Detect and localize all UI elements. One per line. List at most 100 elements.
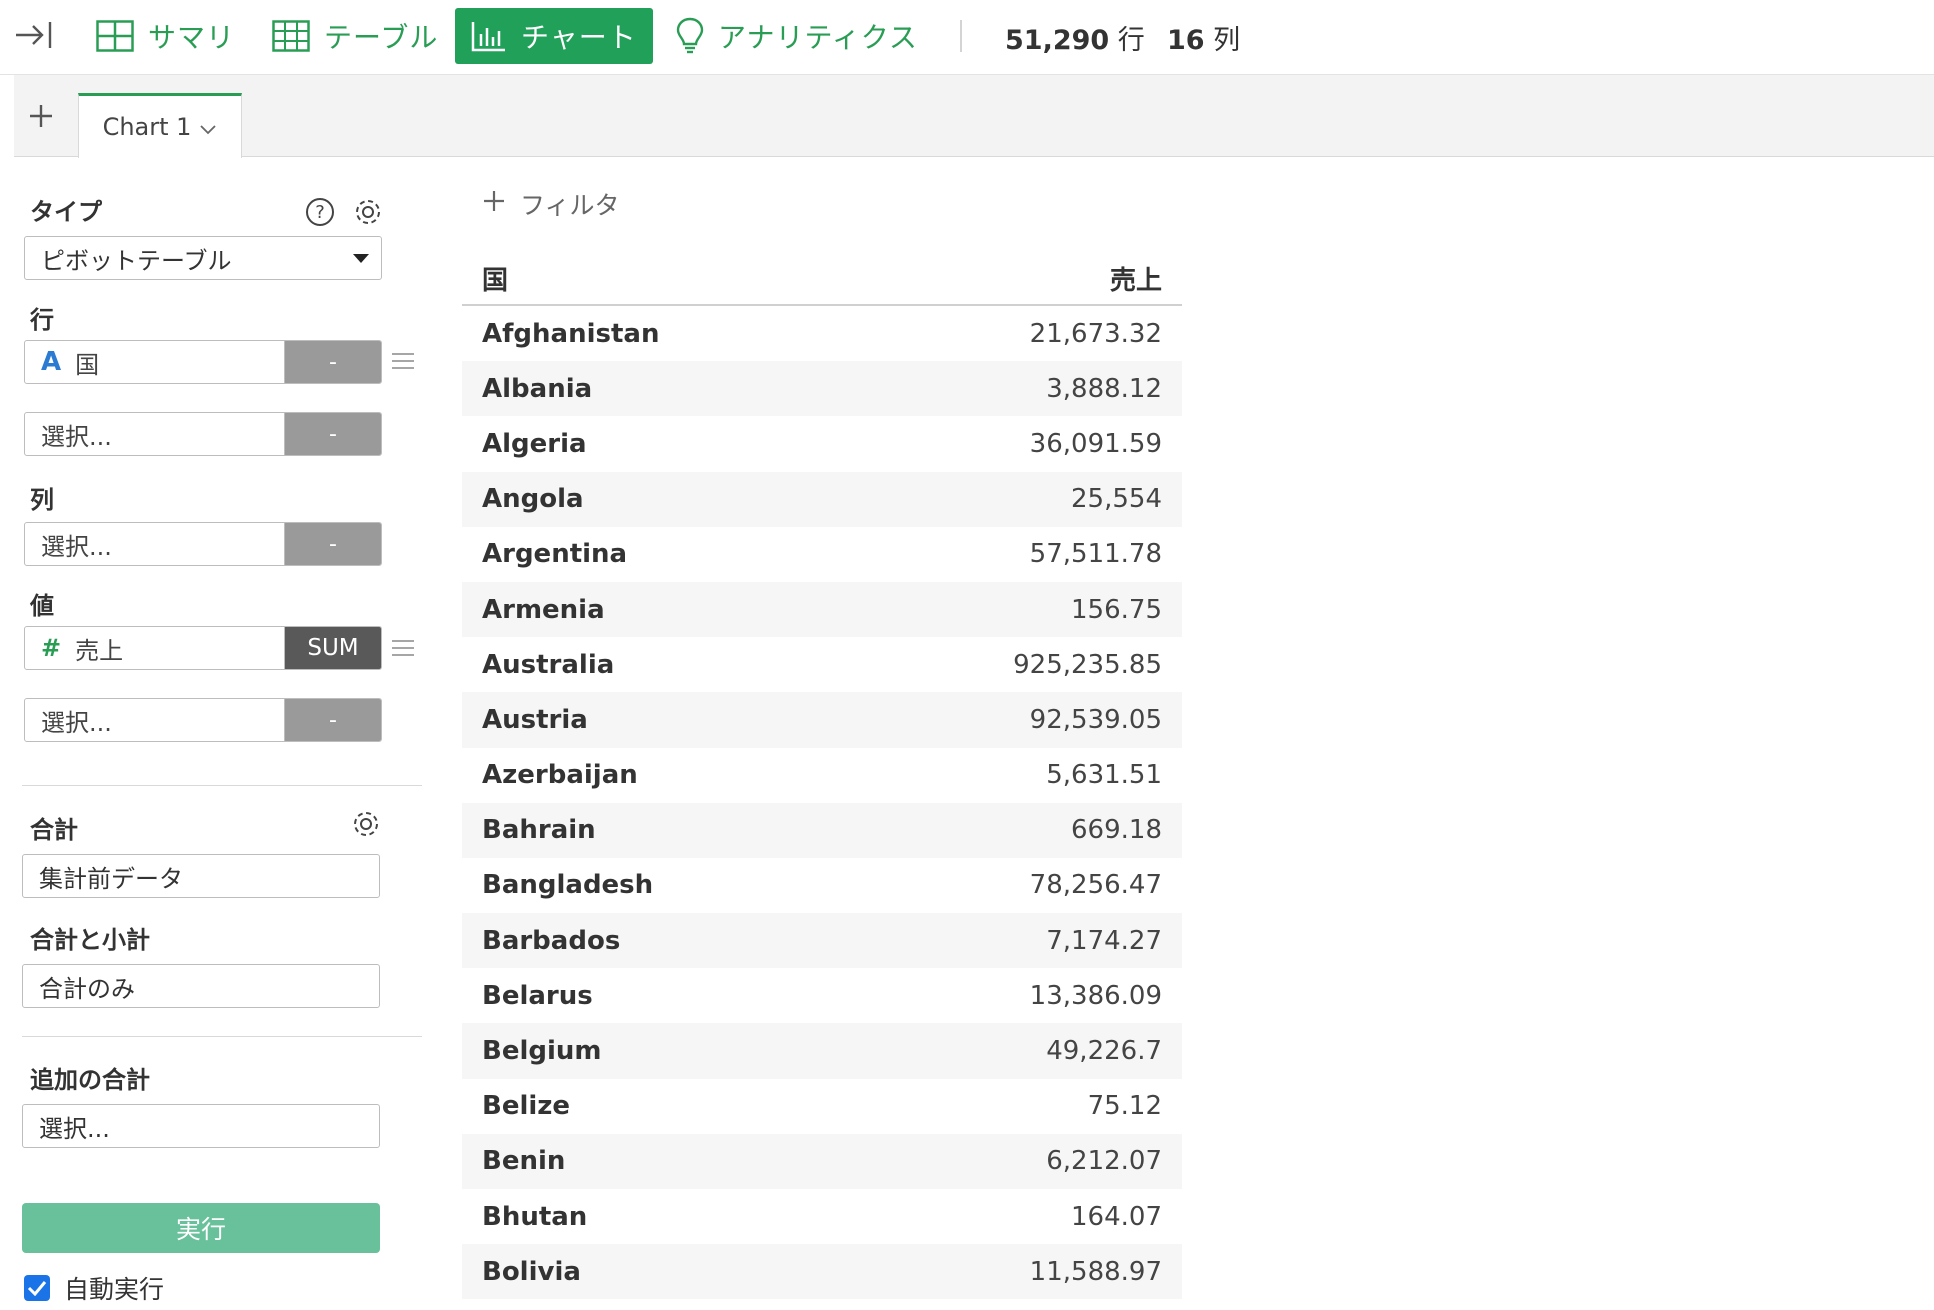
country-cell: Belarus [482,980,593,1011]
sales-cell: 164.07 [1071,1201,1162,1232]
header-country[interactable]: 国 [482,260,508,297]
plus-icon [482,189,506,219]
gear-icon[interactable] [352,196,384,228]
table-row: Belarus 13,386.09 [462,968,1182,1023]
nav-chart[interactable]: チャート [455,8,653,64]
extra-total-placeholder: 選択... [39,1114,110,1143]
text-type-icon: A [41,347,62,377]
row-field-country[interactable]: A 国 - [24,340,382,384]
row-empty-placeholder: 選択... [41,422,112,451]
extra-total-select[interactable]: 選択... [22,1104,380,1148]
table-row: Australia 925,235.85 [462,637,1182,692]
row-field-agg-button[interactable]: - [285,341,381,383]
nav-analytics-label: アナリティクス [718,21,918,54]
sales-cell: 11,588.97 [1029,1256,1162,1287]
column-count-unit: 列 [1213,25,1241,56]
top-toolbar: サマリ テーブル チャート アナリティクス 51,290 行 16 列 [0,0,1934,75]
value-field-agg-button[interactable]: SUM [285,627,381,669]
subtotal-select[interactable]: 合計のみ [22,964,380,1008]
sales-cell: 78,256.47 [1029,870,1162,901]
country-cell: Algeria [482,428,587,459]
country-cell: Austria [482,704,588,735]
drag-handle-icon[interactable] [392,351,414,371]
help-icon[interactable]: ? [304,196,336,228]
table-row: Argentina 57,511.78 [462,527,1182,582]
auto-run-checkbox[interactable] [24,1275,50,1301]
table-grid-icon [272,20,310,52]
type-label: タイプ [30,198,102,226]
row-field-name-cell: A 国 [25,341,285,383]
country-cell: Bolivia [482,1256,581,1287]
table-row: Bangladesh 78,256.47 [462,858,1182,913]
row-empty-agg-button[interactable]: - [285,413,381,455]
sales-cell: 13,386.09 [1029,980,1162,1011]
add-chart-tab-icon[interactable] [26,101,56,131]
sales-cell: 3,888.12 [1046,373,1162,404]
country-cell: Armenia [482,594,605,625]
value-field-sales[interactable]: # 売上 SUM [24,626,382,670]
sales-cell: 156.75 [1071,594,1162,625]
country-cell: Argentina [482,539,628,570]
country-cell: Belize [482,1091,571,1122]
add-filter-button[interactable]: フィルタ [482,186,620,222]
tab-chart-1-label: Chart 1 [102,113,192,141]
nav-table-label: テーブル [324,21,439,54]
country-cell: Albania [482,373,593,404]
panel-divider [22,1036,422,1037]
pivot-table: 国 売上 Afghanistan 21,673.32 Albania 3,888.12… [462,252,1182,1300]
column-empty-placeholder: 選択... [41,532,112,561]
run-button[interactable]: 実行 [22,1203,380,1253]
row-field-empty[interactable]: 選択... - [24,412,382,456]
chart-type-select[interactable]: ピボットテーブル [24,236,382,280]
total-source-select[interactable]: 集計前データ [22,854,380,898]
nav-analytics[interactable]: アナリティクス [660,8,934,64]
total-source-value: 集計前データ [39,864,183,893]
columns-label: 列 [30,486,54,514]
table-row: Algeria 36,091.59 [462,416,1182,471]
value-empty-agg-button[interactable]: - [285,699,381,741]
chevron-down-icon[interactable] [199,113,217,141]
drag-handle-icon[interactable] [392,638,414,658]
country-cell: Afghanistan [482,318,660,349]
auto-run-label: 自動実行 [64,1275,165,1304]
table-row: Austria 92,539.05 [462,692,1182,748]
column-empty-agg-button[interactable]: - [285,523,381,565]
sales-cell: 21,673.32 [1029,318,1162,349]
chart-config-panel: タイプ ? ピボットテーブル 行 A 国 - 選択... - 列 選択... -… [14,158,424,1310]
sales-cell: 92,539.05 [1029,704,1162,735]
nav-summary[interactable]: サマリ [80,8,251,64]
country-cell: Belgium [482,1036,602,1067]
total-label: 合計 [30,816,78,844]
sales-cell: 57,511.78 [1029,539,1162,570]
row-empty-name-cell: 選択... [25,413,285,455]
header-sales[interactable]: 売上 [1110,260,1162,297]
value-field-name-cell: # 売上 [25,627,285,669]
value-field-name: 売上 [75,636,124,665]
lightbulb-icon [676,17,704,55]
collapse-sidebar-icon[interactable] [14,18,54,52]
toolbar-divider [960,20,962,52]
caret-down-icon [353,254,369,263]
extra-total-label: 追加の合計 [30,1066,150,1094]
nav-table[interactable]: テーブル [256,8,454,64]
bar-chart-icon [471,20,507,52]
country-cell: Bahrain [482,815,596,846]
column-field-empty[interactable]: 選択... - [24,522,382,566]
tab-chart-1[interactable]: Chart 1 [78,93,242,158]
gear-icon[interactable] [350,808,382,840]
sales-cell: 75.12 [1087,1091,1162,1122]
country-cell: Angola [482,484,584,515]
table-row: Albania 3,888.12 [462,361,1182,417]
country-cell: Australia [482,649,615,680]
numeric-type-icon: # [41,634,62,662]
value-field-empty[interactable]: 選択... - [24,698,382,742]
chart-tab-bar: Chart 1 [14,75,1934,158]
table-row: Bhutan 164.07 [462,1189,1182,1244]
nav-chart-label: チャート [521,21,637,54]
table-row: Azerbaijan 5,631.51 [462,748,1182,803]
auto-run-toggle[interactable]: 自動実行 [24,1270,164,1306]
row-field-name: 国 [75,350,100,379]
column-empty-name-cell: 選択... [25,523,285,565]
country-cell: Benin [482,1146,566,1177]
column-count-value: 16 [1167,25,1205,56]
